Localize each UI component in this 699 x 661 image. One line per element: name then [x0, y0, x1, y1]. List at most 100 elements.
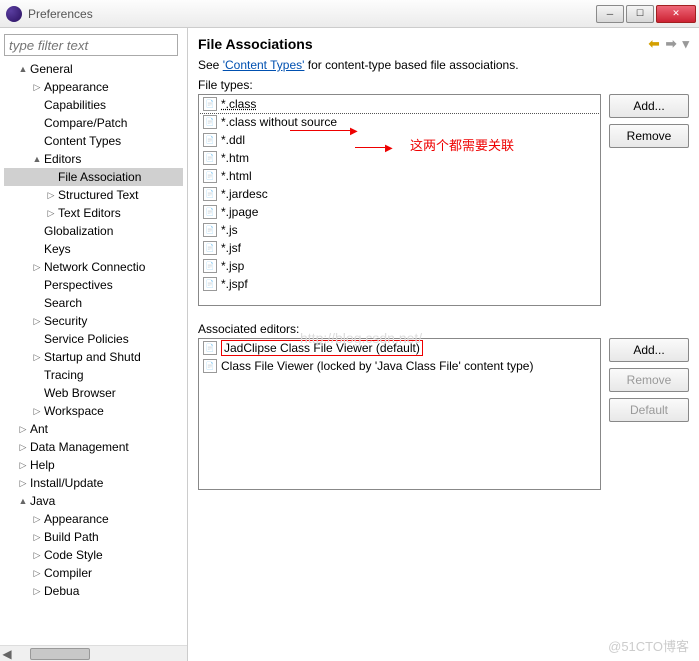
- tree-item[interactable]: ▲Java: [4, 492, 183, 510]
- menu-icon[interactable]: ▾: [682, 36, 689, 52]
- tree-item-label: Compare/Patch: [44, 116, 127, 130]
- close-button[interactable]: ✕: [656, 5, 696, 23]
- tree-twisty-icon[interactable]: ▲: [18, 496, 28, 506]
- tree-item[interactable]: ▷Startup and Shutd: [4, 348, 183, 366]
- assoc-row[interactable]: 📄Class File Viewer (locked by 'Java Clas…: [199, 357, 600, 375]
- file-icon: 📄: [203, 169, 217, 183]
- tree-item[interactable]: ▷Security: [4, 312, 183, 330]
- forward-icon[interactable]: ➡: [666, 36, 677, 52]
- tree-item[interactable]: ▷Appearance: [4, 510, 183, 528]
- tree-item[interactable]: Perspectives: [4, 276, 183, 294]
- file-icon: 📄: [203, 187, 217, 201]
- tree[interactable]: ▲General▷AppearanceCapabilitiesCompare/P…: [4, 60, 183, 640]
- file-type-row[interactable]: 📄*.htm: [199, 149, 600, 167]
- tree-item[interactable]: ▷Debua: [4, 582, 183, 600]
- file-type-row[interactable]: 📄*.class: [199, 95, 600, 113]
- remove-filetype-button[interactable]: Remove: [609, 124, 689, 148]
- tree-twisty-icon[interactable]: ▷: [46, 190, 56, 201]
- tree-twisty-icon[interactable]: ▲: [32, 154, 42, 164]
- tree-twisty-icon[interactable]: ▷: [18, 442, 28, 453]
- remove-editor-button[interactable]: Remove: [609, 368, 689, 392]
- tree-item[interactable]: ▷Appearance: [4, 78, 183, 96]
- file-type-row[interactable]: 📄*.html: [199, 167, 600, 185]
- assoc-list[interactable]: 📄JadClipse Class File Viewer (default)📄C…: [199, 339, 600, 489]
- tree-twisty-icon[interactable]: ▷: [46, 208, 56, 219]
- tree-twisty-icon[interactable]: ▷: [18, 424, 28, 435]
- tree-twisty-icon[interactable]: ▲: [18, 64, 28, 74]
- tree-item[interactable]: File Association: [4, 168, 183, 186]
- tree-item-label: Web Browser: [44, 386, 116, 400]
- scrollbar-thumb[interactable]: [30, 648, 90, 660]
- content-types-link[interactable]: 'Content Types': [223, 58, 305, 72]
- tree-twisty-icon[interactable]: ▷: [32, 514, 42, 525]
- horizontal-scrollbar[interactable]: ◀: [0, 645, 187, 661]
- tree-item[interactable]: ▲General: [4, 60, 183, 78]
- tree-item[interactable]: ▷Ant: [4, 420, 183, 438]
- tree-item-label: Java: [30, 494, 55, 508]
- tree-item[interactable]: ▷Build Path: [4, 528, 183, 546]
- file-type-row[interactable]: 📄*.jsp: [199, 257, 600, 275]
- file-types-list[interactable]: 📄*.class📄*.class without source📄*.ddl📄*.…: [199, 95, 600, 305]
- file-type-row[interactable]: 📄*.class without source: [199, 113, 600, 131]
- tree-item-label: Data Management: [30, 440, 129, 454]
- file-type-row[interactable]: 📄*.jspf: [199, 275, 600, 293]
- tree-item[interactable]: ▷Install/Update: [4, 474, 183, 492]
- tree-twisty-icon[interactable]: ▷: [32, 586, 42, 597]
- tree-item[interactable]: ▷Data Management: [4, 438, 183, 456]
- back-icon[interactable]: ⬅: [649, 36, 660, 52]
- file-type-row[interactable]: 📄*.jardesc: [199, 185, 600, 203]
- maximize-button[interactable]: ☐: [626, 5, 654, 23]
- tree-item[interactable]: ▷Compiler: [4, 564, 183, 582]
- tree-item-label: Capabilities: [44, 98, 106, 112]
- tree-item[interactable]: ▷Text Editors: [4, 204, 183, 222]
- add-editor-button[interactable]: Add...: [609, 338, 689, 362]
- tree-twisty-icon[interactable]: ▷: [32, 532, 42, 543]
- assoc-buttons: Add... Remove Default: [609, 338, 689, 490]
- tree-item[interactable]: Search: [4, 294, 183, 312]
- file-type-row[interactable]: 📄*.jpage: [199, 203, 600, 221]
- default-editor-button[interactable]: Default: [609, 398, 689, 422]
- minimize-button[interactable]: ─: [596, 5, 624, 23]
- tree-item[interactable]: Tracing: [4, 366, 183, 384]
- file-type-label: *.class: [221, 97, 256, 111]
- tree-item[interactable]: Service Policies: [4, 330, 183, 348]
- tree-item[interactable]: ▷Workspace: [4, 402, 183, 420]
- tree-item-label: Code Style: [44, 548, 103, 562]
- tree-twisty-icon[interactable]: ▷: [18, 478, 28, 489]
- assoc-area: 📄JadClipse Class File Viewer (default)📄C…: [198, 338, 689, 490]
- filter-input[interactable]: [4, 34, 178, 56]
- file-type-row[interactable]: 📄*.js: [199, 221, 600, 239]
- tree-item[interactable]: ▷Help: [4, 456, 183, 474]
- tree-twisty-icon[interactable]: ▷: [32, 352, 42, 363]
- tree-twisty-icon[interactable]: ▷: [32, 82, 42, 93]
- assoc-listbox: 📄JadClipse Class File Viewer (default)📄C…: [198, 338, 601, 490]
- file-type-label: *.jspf: [221, 277, 248, 291]
- editor-icon: 📄: [203, 341, 217, 355]
- tree-item-label: Install/Update: [30, 476, 103, 490]
- tree-twisty-icon[interactable]: ▷: [32, 316, 42, 327]
- tree-item[interactable]: Compare/Patch: [4, 114, 183, 132]
- tree-item[interactable]: Web Browser: [4, 384, 183, 402]
- annotation-text: 这两个都需要关联: [410, 135, 514, 154]
- tree-item[interactable]: ▲Editors: [4, 150, 183, 168]
- tree-item-label: Ant: [30, 422, 48, 436]
- tree-twisty-icon[interactable]: ▷: [32, 550, 42, 561]
- tree-item[interactable]: Globalization: [4, 222, 183, 240]
- tree-item[interactable]: Keys: [4, 240, 183, 258]
- tree-twisty-icon[interactable]: ▷: [18, 460, 28, 471]
- tree-item[interactable]: ▷Structured Text: [4, 186, 183, 204]
- tree-twisty-icon[interactable]: ▷: [32, 406, 42, 417]
- file-types-listbox: 📄*.class📄*.class without source📄*.ddl📄*.…: [198, 94, 601, 306]
- tree-twisty-icon[interactable]: ▷: [32, 262, 42, 273]
- file-type-row[interactable]: 📄*.jsf: [199, 239, 600, 257]
- tree-item[interactable]: ▷Code Style: [4, 546, 183, 564]
- tree-item[interactable]: ▷Network Connectio: [4, 258, 183, 276]
- tree-item[interactable]: Capabilities: [4, 96, 183, 114]
- add-filetype-button[interactable]: Add...: [609, 94, 689, 118]
- tree-item-label: Keys: [44, 242, 71, 256]
- file-type-row[interactable]: 📄*.ddl: [199, 131, 600, 149]
- assoc-label: Associated editors:: [198, 322, 689, 336]
- tree-item[interactable]: Content Types: [4, 132, 183, 150]
- tree-item-label: File Association: [58, 170, 141, 184]
- tree-twisty-icon[interactable]: ▷: [32, 568, 42, 579]
